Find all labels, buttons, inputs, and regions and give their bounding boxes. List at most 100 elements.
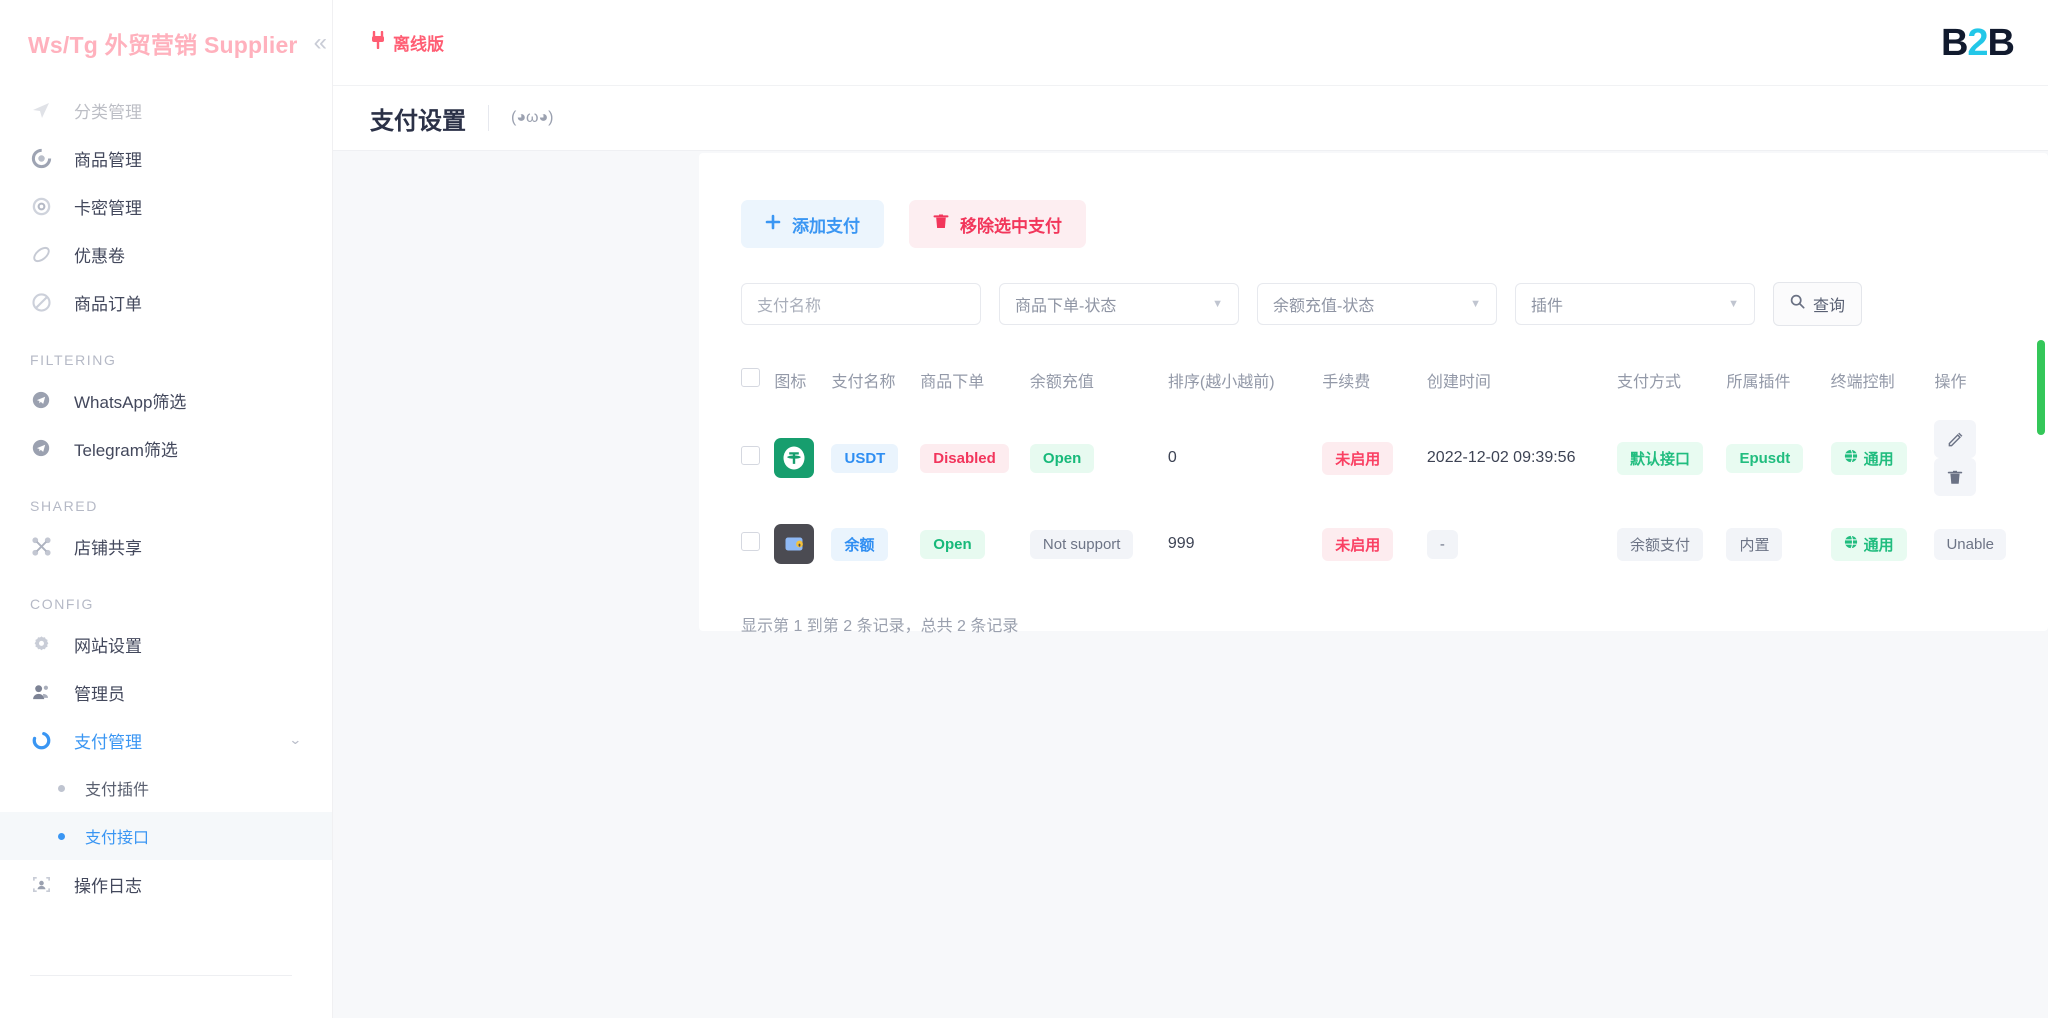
sidebar-item-label: 优惠卷 — [74, 246, 125, 266]
order-status-value: 商品下单-状态 — [1015, 298, 1117, 315]
add-payment-label: 添加支付 — [792, 216, 860, 236]
sidebar-item-products[interactable]: 商品管理 — [0, 134, 332, 182]
row-plugin-cell: Epusdt — [1726, 406, 1830, 510]
row-plugin-cell: 内置 — [1726, 510, 1830, 578]
select-all-checkbox[interactable] — [741, 368, 760, 387]
row-terminal-cell: 通用 — [1830, 510, 1935, 578]
row-sort-cell: 0 — [1167, 449, 1177, 466]
trash-icon — [933, 213, 949, 235]
row-checkbox[interactable] — [741, 532, 760, 551]
remove-selected-payment-button[interactable]: 移除选中支付 — [909, 200, 1086, 248]
usdt-tether-icon — [774, 438, 815, 478]
recharge-status-select[interactable]: 余额充值-状态 ▼ — [1257, 283, 1497, 325]
sidebar-item-site-settings[interactable]: 网站设置 — [0, 620, 332, 668]
sidebar-item-category[interactable]: 分类管理 — [0, 86, 332, 134]
order-status-select[interactable]: 商品下单-状态 ▼ — [999, 283, 1239, 325]
sidebar-item-store-share[interactable]: 店铺共享 — [0, 522, 332, 570]
row-fee-cell: 未启用 — [1322, 510, 1427, 578]
row-actions-cell: Unable — [1934, 510, 2006, 578]
fee-badge: 未启用 — [1322, 527, 1394, 561]
table-header-row: 图标 支付名称 商品下单 余额充值 排序(越小越前) 手续费 创建时间 支付方式… — [741, 354, 2006, 406]
header-method: 支付方式 — [1616, 374, 1681, 391]
row-method-cell: 默认接口 — [1616, 406, 1727, 510]
chevron-down-icon: ▼ — [1728, 298, 1739, 310]
sidebar-item-coupons[interactable]: 优惠卷 — [0, 230, 332, 278]
row-order-cell: Disabled — [920, 406, 1030, 510]
sidebar-item-cards[interactable]: 卡密管理 — [0, 182, 332, 230]
payment-name-badge: 余额 — [831, 527, 888, 561]
row-recharge-cell: Open — [1029, 406, 1168, 510]
sidebar-item-label: Telegram筛选 — [74, 440, 178, 460]
sidebar-item-whatsapp-filter[interactable]: WhatsApp筛选 — [0, 376, 332, 424]
row-sort-cell: 999 — [1167, 535, 1195, 552]
page-scrollbar-thumb[interactable] — [2037, 340, 2045, 435]
sidebar-subitem-payment-plugin[interactable]: 支付插件 — [0, 764, 332, 812]
page-subtitle: (◕ω◕) — [488, 105, 553, 131]
add-payment-button[interactable]: 添加支付 — [741, 200, 884, 248]
page-title: 支付设置 — [370, 107, 466, 135]
plugin-select[interactable]: 插件 ▼ — [1515, 283, 1755, 325]
plugin-badge: Epusdt — [1726, 443, 1804, 473]
sidebar-item-orders[interactable]: 商品订单 — [0, 278, 332, 326]
row-order-cell: Open — [920, 510, 1030, 578]
search-icon — [1790, 294, 1805, 314]
sidebar-item-payment-management[interactable]: 支付管理 ⌄ — [0, 716, 332, 764]
fee-badge: 未启用 — [1322, 441, 1394, 475]
row-icon-cell — [774, 406, 831, 510]
row-recharge-cell: Not support — [1029, 510, 1168, 578]
chevron-down-icon[interactable]: ⌄ — [289, 732, 302, 748]
row-fee-cell: 未启用 — [1322, 406, 1427, 510]
row-method-cell: 余额支付 — [1616, 510, 1727, 578]
logo-letter-b2: B — [1987, 21, 2015, 64]
globe-icon — [1844, 535, 1858, 553]
row-terminal-cell: 通用 — [1830, 406, 1935, 510]
sidebar-item-label: WhatsApp筛选 — [74, 392, 187, 412]
sidebar-item-label: 卡密管理 — [74, 198, 142, 218]
recharge-status-badge: Open — [1029, 443, 1095, 473]
sidebar-item-label: 店铺共享 — [74, 538, 142, 558]
header-created: 创建时间 — [1426, 374, 1491, 391]
sidebar-item-operation-log[interactable]: 操作日志 — [0, 860, 332, 908]
header-plugin: 所属插件 — [1726, 374, 1791, 391]
main-content: 离线版 B 2 B 支付设置 (◕ω◕) 添加支付 移除选中支付 支付名称 商品… — [333, 0, 2048, 1018]
row-icon-cell — [774, 510, 831, 578]
sidebar-item-admins[interactable]: 管理员 — [0, 668, 332, 716]
logo-letter-b1: B — [1940, 21, 1968, 64]
row-select-cell — [741, 406, 774, 510]
send-icon — [30, 99, 52, 121]
payment-table: 图标 支付名称 商品下单 余额充值 排序(越小越前) 手续费 创建时间 支付方式… — [741, 354, 2006, 578]
row-created-cell: - — [1426, 510, 1617, 578]
row-checkbox[interactable] — [741, 446, 760, 465]
filter-bar: 支付名称 商品下单-状态 ▼ 余额充值-状态 ▼ 插件 ▼ 查询 — [741, 282, 2006, 326]
sidebar-item-label: 网站设置 — [74, 636, 142, 656]
created-badge: - — [1426, 529, 1458, 559]
sidebar-item-label: 管理员 — [74, 684, 125, 704]
search-button[interactable]: 查询 — [1773, 282, 1863, 326]
brand-title: Ws/Tg 外贸营销 Supplier — [28, 32, 298, 58]
row-created-cell: 2022-12-02 09:39:56 — [1426, 449, 1576, 466]
ticket-icon — [30, 243, 52, 265]
edit-icon[interactable] — [1934, 420, 1977, 458]
forbidden-icon — [30, 291, 52, 313]
sidebar-item-label: 商品管理 — [74, 150, 142, 170]
action-unable-label: Unable — [1934, 528, 2006, 560]
header-recharge: 余额充值 — [1029, 374, 1094, 391]
sidebar-group-filtering: FILTERING — [30, 352, 117, 368]
chevron-down-icon: ▼ — [1212, 298, 1223, 310]
offline-version-label: 离线版 — [393, 35, 444, 54]
sidebar-subitem-payment-interface[interactable]: 支付接口 — [0, 812, 332, 860]
terminal-label: 通用 — [1863, 536, 1894, 554]
header-select-all — [741, 354, 774, 406]
sidebar-item-label: 操作日志 — [74, 876, 142, 896]
table-row: 余额 Open Not support 999 未启用 - 余额支付 内置 通用… — [741, 510, 2006, 578]
header-fee: 手续费 — [1322, 374, 1371, 391]
payment-name-input[interactable]: 支付名称 — [741, 283, 981, 325]
sidebar-subitem-label: 支付接口 — [85, 830, 150, 847]
offline-version-badge[interactable]: 离线版 — [370, 30, 444, 55]
trash-icon[interactable] — [1934, 458, 1977, 496]
circle-refresh-icon — [30, 147, 52, 169]
plug-icon — [370, 30, 386, 54]
sidebar-item-telegram-filter[interactable]: Telegram筛选 — [0, 424, 332, 472]
payment-name-badge: USDT — [831, 443, 899, 473]
collapse-sidebar-icon[interactable]: « — [314, 31, 327, 55]
